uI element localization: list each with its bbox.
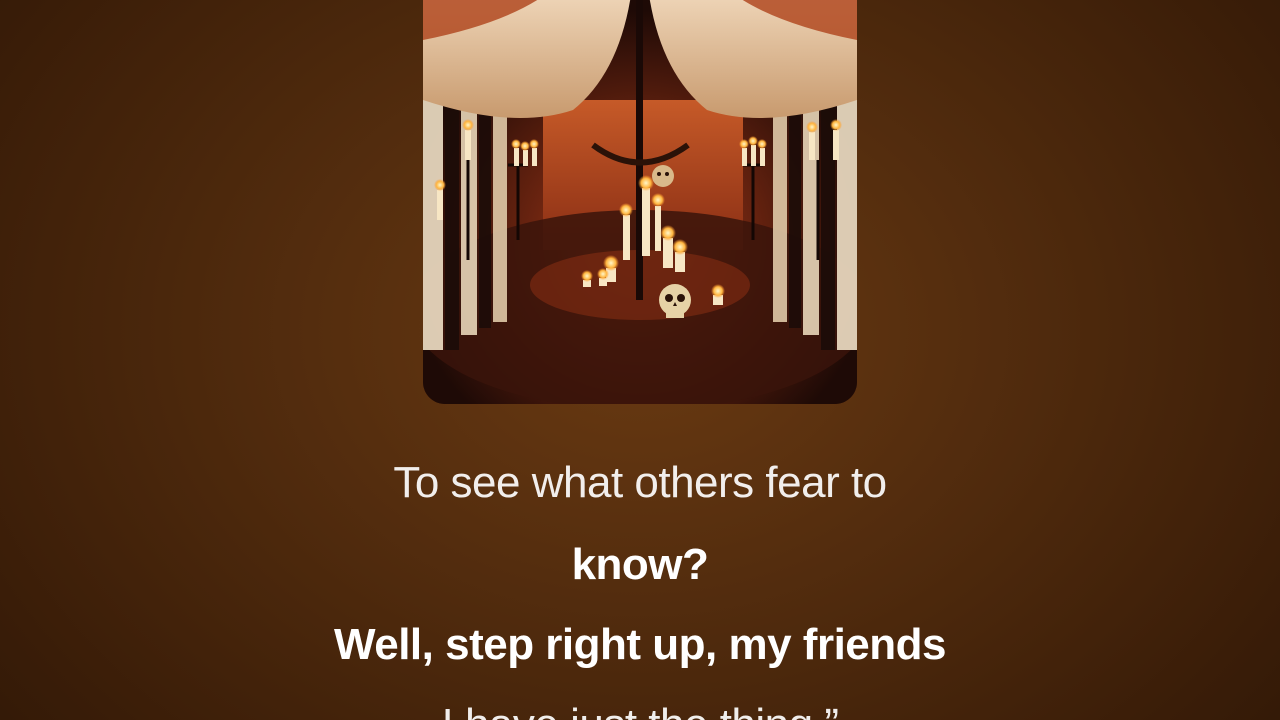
lyric-line-next[interactable]: I have just the thing.” <box>0 700 1280 720</box>
lyric-line-current[interactable]: know? <box>0 540 1280 590</box>
lyrics-panel: To see what others fear to know? Well, s… <box>0 0 1280 720</box>
lyric-line[interactable]: To see what others fear to <box>0 458 1280 508</box>
lyric-line-current[interactable]: Well, step right up, my friends <box>0 620 1280 670</box>
